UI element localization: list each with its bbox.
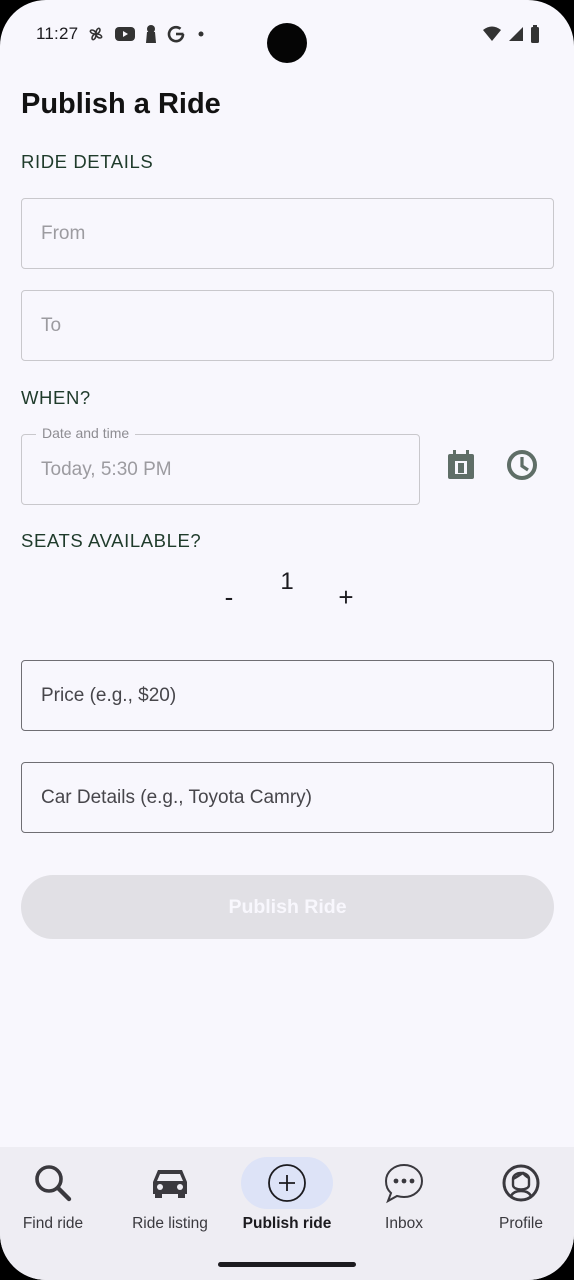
- battery-icon: [531, 25, 539, 43]
- nav-profile[interactable]: Profile: [463, 1147, 574, 1247]
- nav-profile-icon-wrap: [475, 1157, 567, 1209]
- nav-inbox[interactable]: Inbox: [346, 1147, 462, 1247]
- search-icon: [35, 1165, 72, 1202]
- nav-publish-ride-icon-wrap: [241, 1157, 333, 1209]
- chat-bubble-icon: [384, 1163, 424, 1204]
- ride-details-label: RIDE DETAILS: [21, 151, 154, 172]
- nav-profile-label: Profile: [499, 1215, 543, 1232]
- clock-icon: [507, 450, 537, 480]
- date-time-value: Today, 5:30 PM: [41, 459, 172, 480]
- seats-count: 1: [280, 568, 294, 595]
- nav-inbox-label: Inbox: [385, 1215, 423, 1232]
- increment-seats-button[interactable]: +: [331, 582, 361, 613]
- notification-icons: [86, 24, 208, 44]
- status-bar: 11:27: [0, 0, 574, 68]
- nav-inbox-icon-wrap: [358, 1157, 450, 1209]
- clock-button[interactable]: [500, 443, 544, 487]
- nav-find-ride[interactable]: Find ride: [0, 1147, 111, 1247]
- pinwheel-icon: [89, 27, 103, 41]
- nav-find-ride-icon-wrap: [7, 1157, 99, 1209]
- date-time-label: Date and time: [36, 425, 136, 441]
- to-field[interactable]: To: [21, 290, 554, 361]
- decrement-seats-button[interactable]: -: [214, 582, 244, 613]
- bottom-navigation: Find ride Ride listing Publish ride Inbo…: [0, 1147, 574, 1280]
- car-details-field[interactable]: Car Details (e.g., Toyota Camry): [21, 762, 554, 833]
- from-placeholder: From: [41, 223, 86, 244]
- camera-cutout: [267, 23, 307, 63]
- nav-publish-ride-label: Publish ride: [242, 1215, 332, 1232]
- calendar-button[interactable]: [439, 443, 483, 487]
- keyhole-icon: [146, 25, 156, 43]
- nav-publish-ride[interactable]: Publish ride: [229, 1147, 345, 1247]
- page-title: Publish a Ride: [21, 88, 221, 120]
- nav-ride-listing-label: Ride listing: [132, 1215, 208, 1232]
- calendar-icon: [448, 450, 474, 479]
- app-screen: 11:27 Publish a Ride RIDE DETAILS From T…: [0, 0, 574, 1280]
- home-indicator[interactable]: [218, 1262, 356, 1267]
- price-placeholder: Price (e.g., $20): [41, 685, 177, 706]
- from-field[interactable]: From: [21, 198, 554, 269]
- seats-label: SEATS AVAILABLE?: [21, 530, 202, 551]
- system-icons: [482, 24, 540, 44]
- youtube-icon: [115, 27, 135, 41]
- car-icon: [153, 1170, 187, 1198]
- dot-icon: [198, 31, 204, 37]
- nav-ride-listing[interactable]: Ride listing: [112, 1147, 228, 1247]
- when-label: WHEN?: [21, 387, 91, 408]
- price-field[interactable]: Price (e.g., $20): [21, 660, 554, 731]
- status-time: 11:27: [36, 24, 79, 43]
- date-time-field[interactable]: Date and time Today, 5:30 PM: [21, 425, 420, 505]
- signal-icon: [509, 27, 523, 41]
- profile-icon: [502, 1164, 540, 1202]
- google-icon: [167, 25, 185, 43]
- wifi-icon: [483, 26, 501, 41]
- nav-ride-listing-icon-wrap: [124, 1157, 216, 1209]
- nav-find-ride-label: Find ride: [22, 1215, 84, 1232]
- to-placeholder: To: [41, 315, 62, 336]
- car-details-placeholder: Car Details (e.g., Toyota Camry): [41, 787, 313, 808]
- add-circle-icon: [268, 1164, 306, 1202]
- publish-ride-button[interactable]: Publish Ride: [21, 875, 554, 939]
